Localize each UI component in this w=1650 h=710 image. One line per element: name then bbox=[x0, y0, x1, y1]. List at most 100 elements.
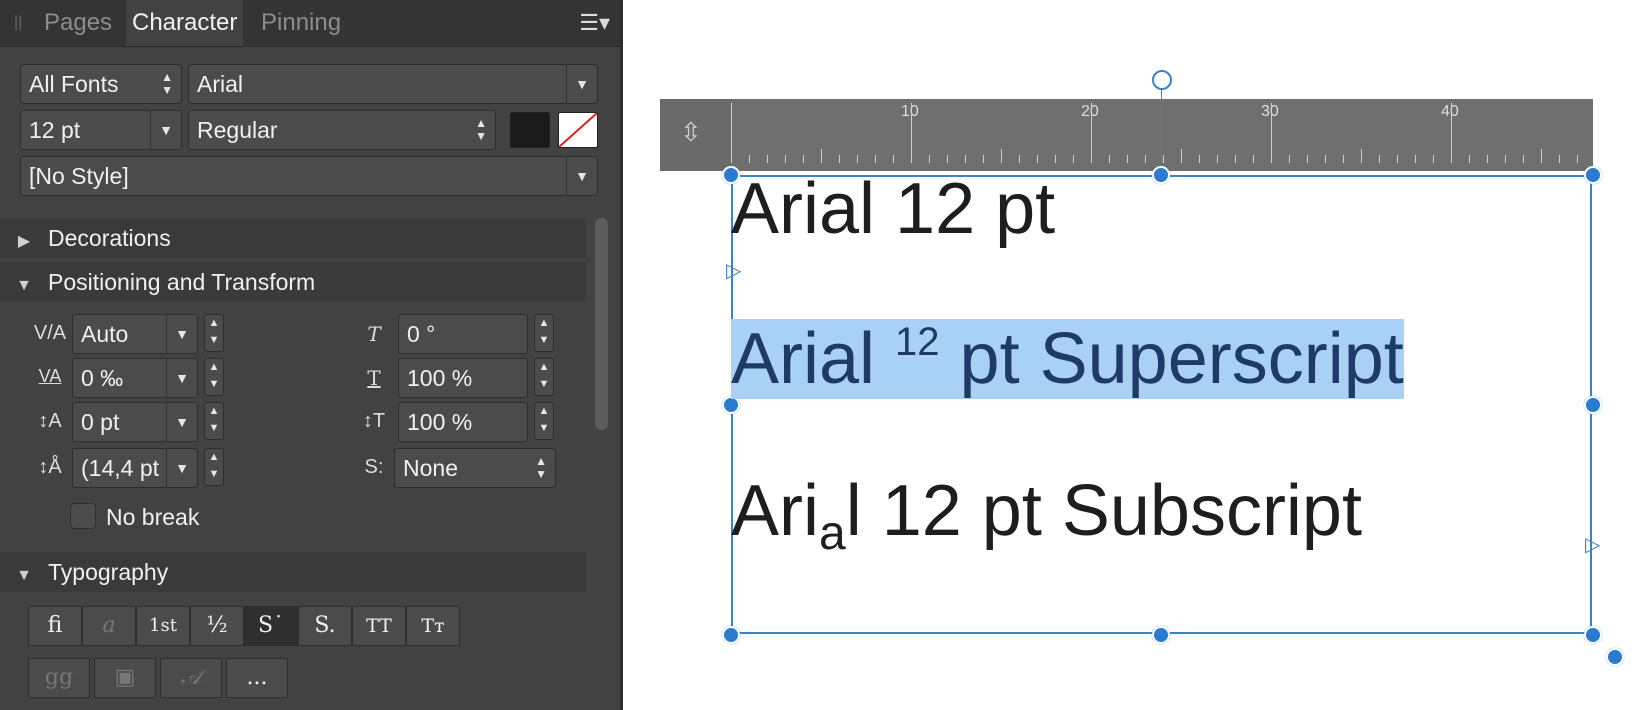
swash-button[interactable]: a bbox=[82, 606, 136, 646]
ruler-label: 30 bbox=[1261, 103, 1279, 120]
ruler-tick bbox=[1361, 149, 1362, 163]
resize-handle-bottom-left[interactable] bbox=[722, 626, 740, 644]
script-style-value: None bbox=[403, 455, 458, 481]
rotation-handle[interactable] bbox=[1152, 70, 1172, 90]
horizontal-scale-value: 100 % bbox=[407, 365, 473, 391]
resize-handle-right[interactable] bbox=[1584, 396, 1602, 414]
ruler-tick bbox=[1145, 155, 1146, 163]
subscript-button[interactable]: S. bbox=[298, 606, 352, 646]
chevron-down-icon[interactable]: ▼ bbox=[166, 359, 197, 397]
ruler-scale: 10 20 30 40 bbox=[731, 99, 1593, 171]
vertical-scale-field[interactable]: 100 % bbox=[398, 402, 528, 442]
chevron-down-icon[interactable]: ▼ bbox=[166, 449, 197, 487]
panel-grip-icon[interactable]: || bbox=[14, 14, 22, 32]
text-selection: Arial 12 pt Superscript bbox=[731, 319, 1404, 399]
font-weight-value: Regular bbox=[197, 117, 278, 143]
all-caps-button[interactable]: TT bbox=[352, 606, 406, 646]
ruler-tick bbox=[1559, 155, 1560, 163]
resize-handle-top-right[interactable] bbox=[1584, 166, 1602, 184]
text-line-normal[interactable]: Arial 12 pt bbox=[731, 168, 1055, 250]
text-style-select[interactable]: [No Style] ▼ bbox=[20, 156, 598, 196]
ordinals-button[interactable]: 1st bbox=[136, 606, 190, 646]
ruler-tick bbox=[857, 155, 858, 163]
ruler-tick bbox=[1325, 155, 1326, 163]
ruler-tick bbox=[1271, 103, 1272, 163]
panel-tab-bar: || Pages Character Pinning ☰▾ bbox=[0, 0, 620, 47]
resize-handle-top[interactable] bbox=[1152, 166, 1170, 184]
indent-marker-icon[interactable]: ▷ bbox=[1585, 532, 1600, 557]
swash-alternates-button[interactable]: 𝒜 bbox=[160, 658, 222, 698]
font-family-select[interactable]: Arial ▼ bbox=[188, 64, 598, 104]
no-break-label: No break bbox=[106, 504, 200, 530]
tab-pinning[interactable]: Pinning bbox=[255, 0, 347, 46]
baseline-stepper[interactable]: ▲ ▼ bbox=[204, 402, 224, 440]
stylistic-alternates-button[interactable]: gg bbox=[28, 658, 90, 698]
font-collection-select[interactable]: All Fonts ▲ ▼ bbox=[20, 64, 182, 104]
small-caps-button[interactable]: Tᴛ bbox=[406, 606, 460, 646]
section-label: Decorations bbox=[48, 225, 171, 251]
fill-color-swatch[interactable] bbox=[510, 112, 550, 148]
shear-icon: T bbox=[367, 322, 381, 346]
vertical-scale-value: 100 % bbox=[407, 409, 473, 435]
stroke-color-swatch[interactable] bbox=[558, 112, 598, 148]
tracking-field[interactable]: 0 ‰ ▼ bbox=[72, 358, 198, 398]
text-run: l 12 pt Subscript bbox=[845, 471, 1362, 551]
contextual-alternates-button[interactable]: ▣ bbox=[94, 658, 156, 698]
no-break-checkbox[interactable] bbox=[70, 503, 96, 529]
text-run: pt Superscript bbox=[939, 319, 1404, 399]
fractions-button[interactable]: ½ bbox=[190, 606, 244, 646]
ruler-tick bbox=[911, 103, 912, 163]
ruler-tick bbox=[1577, 155, 1578, 163]
ruler-tick bbox=[983, 155, 984, 163]
section-decorations[interactable]: ▶ Decorations bbox=[0, 218, 586, 258]
ruler-move-handle-icon[interactable]: ⇳ bbox=[680, 117, 702, 148]
triangle-down-icon: ▼ bbox=[16, 567, 32, 584]
section-positioning-transform[interactable]: ▼ Positioning and Transform bbox=[0, 262, 586, 302]
resize-handle-bottom-right[interactable] bbox=[1584, 626, 1602, 644]
ruler-tick bbox=[1055, 155, 1056, 163]
chevron-down-icon[interactable]: ▼ bbox=[166, 403, 197, 441]
ruler-tick bbox=[1181, 149, 1182, 163]
shear-stepper[interactable]: ▲ ▼ bbox=[534, 314, 554, 352]
indent-marker-icon[interactable]: ▷ bbox=[726, 258, 741, 283]
ligatures-button[interactable]: fi bbox=[28, 606, 82, 646]
text-line-superscript[interactable]: Arial 12 pt Superscript bbox=[731, 318, 1404, 400]
panel-menu-icon[interactable]: ☰▾ bbox=[579, 10, 610, 36]
ruler-tick bbox=[821, 149, 822, 163]
baseline-field[interactable]: 0 pt ▼ bbox=[72, 402, 198, 442]
leading-field[interactable]: (14,4 pt ▼ bbox=[72, 448, 198, 488]
script-style-select[interactable]: None ▲ ▼ bbox=[394, 448, 556, 488]
font-size-field[interactable]: 12 pt ▼ bbox=[20, 110, 182, 150]
horizontal-scale-field[interactable]: 100 % bbox=[398, 358, 528, 398]
kerning-field[interactable]: Auto ▼ bbox=[72, 314, 198, 354]
section-typography[interactable]: ▼ Typography bbox=[0, 552, 586, 592]
ruler-label: 40 bbox=[1441, 103, 1459, 120]
ruler-tick bbox=[1037, 155, 1038, 163]
tracking-stepper[interactable]: ▲ ▼ bbox=[204, 358, 224, 396]
tab-pages[interactable]: Pages bbox=[38, 0, 118, 46]
tab-character[interactable]: Character bbox=[126, 0, 244, 46]
chevron-down-icon[interactable]: ▼ bbox=[166, 315, 197, 353]
text-line-subscript[interactable]: Arial 12 pt Subscript bbox=[731, 470, 1362, 561]
kerning-stepper[interactable]: ▲ ▼ bbox=[204, 314, 224, 352]
font-size-value: 12 pt bbox=[29, 117, 81, 143]
ruler-tick bbox=[1379, 155, 1380, 163]
text-run: Ari bbox=[731, 471, 819, 551]
leading-stepper[interactable]: ▲ ▼ bbox=[204, 448, 224, 486]
text-overflow-handle[interactable] bbox=[1606, 648, 1624, 666]
chevron-down-icon[interactable]: ▼ bbox=[150, 111, 181, 149]
ruler-tick bbox=[1541, 149, 1542, 163]
text-run: Arial bbox=[731, 319, 896, 399]
ruler-tick bbox=[947, 155, 948, 163]
font-weight-select[interactable]: Regular ▲ ▼ bbox=[188, 110, 496, 150]
vertical-scale-stepper[interactable]: ▲ ▼ bbox=[534, 402, 554, 440]
ruler-tick bbox=[1235, 155, 1236, 163]
ruler-tick bbox=[803, 155, 804, 163]
more-options-button[interactable]: ... bbox=[226, 658, 288, 698]
superscript-button[interactable]: S˙ bbox=[244, 606, 298, 646]
panel-scrollbar[interactable] bbox=[595, 218, 608, 430]
horizontal-scale-stepper[interactable]: ▲ ▼ bbox=[534, 358, 554, 396]
resize-handle-bottom[interactable] bbox=[1152, 626, 1170, 644]
shear-field[interactable]: 0 ° bbox=[398, 314, 528, 354]
baseline-shift-icon: ↕A bbox=[38, 410, 62, 432]
